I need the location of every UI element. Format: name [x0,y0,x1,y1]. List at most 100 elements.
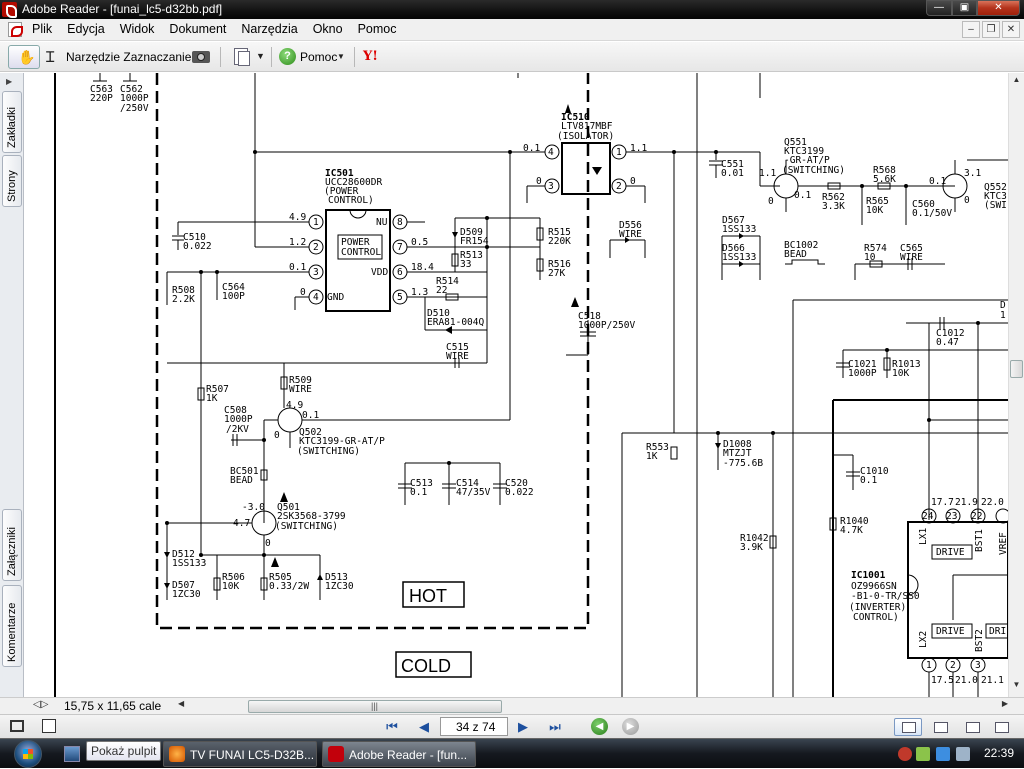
tab-attachments[interactable]: Załączniki [2,509,22,581]
network-icon[interactable] [916,747,930,761]
doc-restore-button[interactable]: ❐ [982,21,1000,38]
adobe-reader-icon [328,746,344,762]
value-r562: 3.3K [822,201,845,212]
chevron-down-icon: ▼ [337,52,345,61]
pages-button[interactable]: ▼ [230,45,266,69]
value-bc501: BEAD [230,475,253,486]
show-desktop-icon[interactable] [64,746,80,762]
value-r568: 5.6K [873,174,896,185]
volt-4-7: 4.7 [233,518,250,529]
volt-0-1: 0.1 [523,143,540,154]
tab-comments[interactable]: Komentarze [2,585,22,667]
security-alert-icon[interactable] [898,747,912,761]
value-r553: 1K [646,451,658,462]
volt-22-0: 22.0 [981,497,1004,508]
volt-0: 0 [265,538,271,549]
continuous-view-button[interactable] [926,718,954,736]
tab-pages[interactable]: Strony [2,155,22,207]
document-icon[interactable] [8,22,23,37]
schematic-drawing: C563 220P C562 1000P /250V IC510 LTV817M… [54,73,1008,697]
monitor-icon[interactable] [936,747,950,761]
value-c560: 0.1/50V [912,208,952,219]
start-button[interactable] [4,739,54,769]
scroll-right-icon[interactable]: ▶ [1002,699,1008,708]
menu-edycja[interactable]: Edycja [65,22,112,36]
doc-close-button[interactable]: ✕ [1002,21,1020,38]
toolbar-separator [220,47,221,67]
value-r574: 10 [864,252,876,263]
hand-tool-button[interactable]: ✋ [8,45,40,69]
minimize-button[interactable]: — [926,0,952,16]
value-c562-rating: /250V [120,103,149,114]
taskbar-item-browser[interactable]: TV FUNAI LC5-D32B... [163,741,317,767]
next-page-button[interactable]: ▶ [514,718,532,735]
toolbar-separator [354,47,355,67]
volt-21-1: 21.1 [981,675,1004,686]
taskbar-item-adobe-reader[interactable]: Adobe Reader - [fun... [322,741,476,767]
page-size-icon: ◁▷ [33,699,49,710]
value-d567: 1SS133 [722,224,756,235]
power-control-2: CONTROL [341,247,381,258]
facing-view-button[interactable] [958,718,986,736]
volt-1-3: 1.3 [411,287,428,298]
clock[interactable]: 22:39 [984,746,1014,760]
ic1001-pin-24: 24 [922,511,934,522]
single-page-layout-icon[interactable] [10,720,24,732]
vertical-scrollbar[interactable]: ▲ ▼ [1008,73,1024,697]
fit-page-icon[interactable] [42,719,56,733]
pin-6: 6 [397,267,403,278]
value-r1040: 4.7K [840,525,863,536]
scroll-up-icon[interactable]: ▲ [1009,75,1024,90]
scroll-left-icon[interactable]: ◀ [178,699,184,708]
ic1001-pin-23: 23 [946,511,957,522]
tab-attachments-label: Załączniki [6,527,18,576]
menu-plik[interactable]: Plik [30,22,59,36]
opto-pin-3: 3 [548,181,554,192]
previous-page-button[interactable]: ◀ [415,718,433,735]
yahoo-toolbar-button[interactable]: Y! [362,45,398,69]
single-page-icon [902,722,916,733]
pin-vref: VREF [998,532,1008,555]
tab-bookmarks[interactable]: Zakładki [2,91,22,153]
close-button[interactable]: ✕ [977,0,1020,16]
maximize-button[interactable]: ▣ [952,0,977,16]
menu-okno[interactable]: Okno [311,22,350,36]
page-number-field[interactable]: 34 z 74 [440,717,508,736]
continuous-facing-view-button[interactable] [990,718,1012,736]
scroll-down-icon[interactable]: ▼ [1009,680,1024,695]
volt-1-1: 1.1 [759,168,776,179]
desc-q501: (SWITCHING) [275,521,338,532]
desc-q502: (SWITCHING) [297,446,360,457]
single-page-view-button[interactable] [894,718,922,736]
help-button[interactable]: ? Pomoc ▼ [277,45,347,69]
first-page-button[interactable]: ⏮ [383,718,401,735]
next-view-button[interactable]: ▶ [622,718,639,735]
vertical-scroll-thumb[interactable] [1010,360,1023,378]
ic1001-pin-3: 3 [975,660,981,671]
previous-view-button[interactable]: ◀ [591,718,608,735]
snapshot-button[interactable] [190,45,212,69]
document-view[interactable]: C563 220P C562 1000P /250V IC510 LTV817M… [25,73,1008,697]
value-bc1002: BEAD [784,249,807,260]
horizontal-scrollbar[interactable]: ◀ ||| ▶ [178,699,1008,714]
horizontal-scroll-thumb[interactable]: ||| [248,700,502,713]
cold-zone-label: COLD [401,656,451,676]
menu-pomoc[interactable]: Pomoc [356,22,404,36]
volt-4-9: 4.9 [289,212,306,223]
select-tool-label: Narzędzie Zaznaczanie [66,50,192,64]
pin-8: 8 [397,217,403,228]
value-c518: 1000P/250V [578,320,635,331]
menu-widok[interactable]: Widok [118,22,162,36]
pin-gnd: GND [327,292,344,303]
doc-minimize-button[interactable]: – [962,21,980,38]
select-tool-button[interactable]: Ɪ Narzędzie Zaznaczanie [44,45,191,69]
pin-4: 4 [313,292,319,303]
menu-narzedzia[interactable]: Narzędzia [239,22,304,36]
menu-bar: Plik Edycja Widok Dokument Narzędzia Okn… [0,19,1024,41]
value-d566: 1SS133 [722,252,756,263]
expand-panel-icon[interactable]: ▶ [6,77,12,86]
menu-dokument[interactable]: Dokument [167,22,233,36]
volume-icon[interactable] [956,747,970,761]
last-page-button[interactable]: ⏭ [546,718,564,735]
facing-page-icon [966,722,980,733]
